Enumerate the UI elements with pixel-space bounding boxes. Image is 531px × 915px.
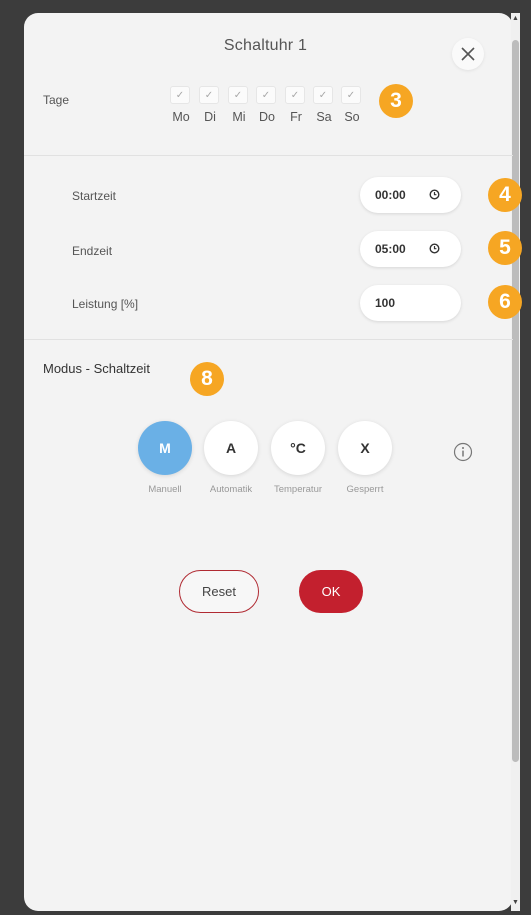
check-icon: ✓ [341,86,361,104]
divider [24,339,513,340]
step-badge-6: 6 [488,285,522,319]
mode-caption: Gesperrt [346,484,384,495]
check-icon: ✓ [199,86,219,104]
clock-icon [429,243,440,254]
scroll-up-arrow-icon[interactable]: ▲ [511,14,520,24]
step-badge-3: 3 [379,84,413,118]
start-time-label: Startzeit [72,189,117,203]
days-label: Tage [43,93,70,107]
close-icon [461,47,475,61]
day-checkbox-fr[interactable]: ✓ Fr [285,86,307,124]
check-icon: ✓ [170,86,190,104]
end-time-input[interactable]: 05:00 [360,231,461,267]
clock-icon [429,189,440,200]
power-label: Leistung [%] [72,297,139,311]
start-time-input[interactable]: 00:00 [360,177,461,213]
check-icon: ✓ [285,86,305,104]
mode-locked-button[interactable]: X [338,421,392,475]
step-badge-8: 8 [190,362,224,396]
divider [24,155,513,156]
scrollbar-thumb[interactable] [512,40,519,762]
ok-button[interactable]: OK [299,570,363,613]
end-time-value: 05:00 [375,242,406,256]
step-badge-5: 5 [488,231,522,265]
schaltuhr-dialog [24,13,513,911]
check-icon: ✓ [313,86,333,104]
day-label: So [344,110,360,124]
reset-button[interactable]: Reset [179,570,259,613]
step-badge-4: 4 [488,178,522,212]
check-icon: ✓ [256,86,276,104]
power-value: 100 [375,296,396,310]
check-icon: ✓ [228,86,248,104]
day-checkbox-do[interactable]: ✓ Do [256,86,278,124]
day-checkbox-sa[interactable]: ✓ Sa [313,86,335,124]
start-time-value: 00:00 [375,188,406,202]
day-checkbox-mo[interactable]: ✓ Mo [170,86,192,124]
mode-title: Modus - Schaltzeit [43,361,150,376]
mode-manual-button[interactable]: M [138,421,192,475]
info-icon[interactable] [453,442,473,462]
power-input[interactable]: 100 [360,285,461,321]
scroll-down-arrow-icon[interactable]: ▼ [511,898,520,908]
day-checkbox-mi[interactable]: ✓ Mi [228,86,250,124]
end-time-label: Endzeit [72,244,113,258]
close-button[interactable] [452,38,484,70]
mode-temperature-button[interactable]: °C [271,421,325,475]
mode-automatic-button[interactable]: A [204,421,258,475]
day-checkbox-di[interactable]: ✓ Di [199,86,221,124]
day-checkbox-so[interactable]: ✓ So [341,86,363,124]
